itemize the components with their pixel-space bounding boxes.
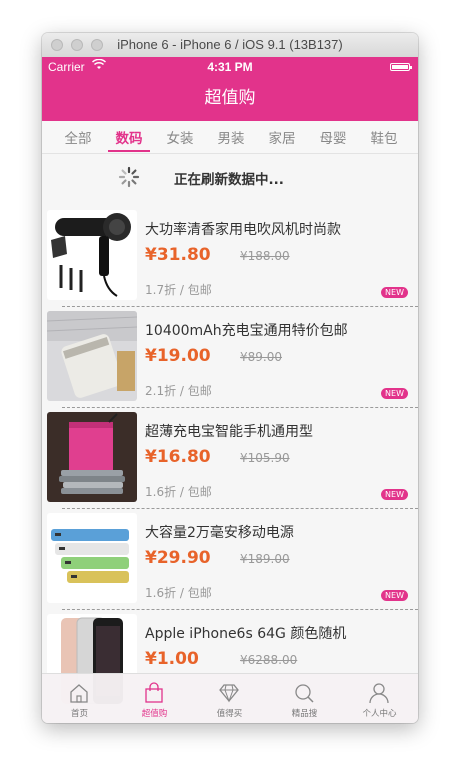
power-bank-stack-image <box>47 513 137 603</box>
product-item[interactable]: 10400mAh充电宝通用特价包邮 ¥19.00 ¥89.00 2.1折 / 包… <box>42 307 418 408</box>
product-price: ¥31.80 <box>145 245 211 265</box>
new-badge: NEW <box>381 590 408 601</box>
product-item[interactable]: 大功率清香家用电吹风机时尚款 ¥31.80 ¥188.00 1.7折 / 包邮 … <box>42 206 418 307</box>
tab-bags[interactable]: 鞋包 <box>364 127 404 147</box>
product-title: Apple iPhone6s 64G 颜色随机 <box>145 626 347 642</box>
new-badge: NEW <box>381 388 408 399</box>
product-price: ¥16.80 <box>145 447 211 467</box>
new-badge: NEW <box>381 489 408 500</box>
tab-home[interactable]: 家居 <box>262 127 302 147</box>
original-price: ¥188.00 <box>240 249 290 263</box>
tab-bar-deals[interactable]: 超值购 <box>117 674 192 723</box>
product-item[interactable]: 超薄充电宝智能手机通用型 ¥16.80 ¥105.90 1.6折 / 包邮 NE… <box>42 408 418 509</box>
tab-bar-label: 首页 <box>70 709 88 719</box>
nav-bar: 超值购 <box>42 77 418 121</box>
zoom-window-button[interactable] <box>91 39 103 51</box>
refresh-status-text: 正在刷新数据中... <box>174 172 284 188</box>
tab-bar-profile[interactable]: 个人中心 <box>342 674 417 723</box>
close-window-button[interactable] <box>51 39 63 51</box>
product-title: 大功率清香家用电吹风机时尚款 <box>145 222 341 238</box>
window-titlebar: iPhone 6 - iPhone 6 / iOS 9.1 (13B137) <box>42 33 418 58</box>
product-title: 大容量2万毫安移动电源 <box>145 525 294 541</box>
tab-bar-worth-buying[interactable]: 值得买 <box>192 674 267 723</box>
product-price: ¥1.00 <box>145 649 199 669</box>
pull-to-refresh: 正在刷新数据中... <box>42 155 418 199</box>
search-icon <box>295 684 314 703</box>
product-price: ¥19.00 <box>145 346 211 366</box>
original-price: ¥89.00 <box>240 350 282 364</box>
active-tab-indicator <box>108 150 150 152</box>
tab-mens[interactable]: 男装 <box>211 127 251 147</box>
tab-bar-home[interactable]: 首页 <box>42 674 117 723</box>
diamond-icon <box>219 684 239 703</box>
tab-bar: 首页 超值购 值得买 精品搜 个人中心 <box>42 673 418 723</box>
tab-all[interactable]: 全部 <box>58 127 98 147</box>
tab-bar-label: 精品搜 <box>291 709 318 719</box>
power-bank-white-image <box>47 311 137 401</box>
tab-bar-label: 个人中心 <box>362 709 397 719</box>
power-bank-pink-image <box>47 412 137 502</box>
nav-title: 超值购 <box>204 88 256 108</box>
tab-bar-label: 超值购 <box>141 709 168 719</box>
product-title: 10400mAh充电宝通用特价包邮 <box>145 323 348 339</box>
simulator-window: iPhone 6 - iPhone 6 / iOS 9.1 (13B137) C… <box>42 33 418 723</box>
hair-dryer-image <box>47 210 137 300</box>
category-tabs: 全部 数码 女装 男装 家居 母婴 鞋包 <box>42 121 418 154</box>
status-bar: Carrier 4:31 PM <box>42 57 418 77</box>
discount-label: 1.6折 / 包邮 <box>145 485 212 499</box>
discount-label: 2.1折 / 包邮 <box>145 384 212 398</box>
tab-womens[interactable]: 女装 <box>160 127 200 147</box>
shopping-bag-icon <box>145 682 163 703</box>
minimize-window-button[interactable] <box>71 39 83 51</box>
tab-bar-label: 值得买 <box>216 709 243 719</box>
original-price: ¥189.00 <box>240 552 290 566</box>
product-price: ¥29.90 <box>145 548 211 568</box>
discount-label: 1.6折 / 包邮 <box>145 586 212 600</box>
status-time: 4:31 PM <box>207 60 253 74</box>
original-price: ¥6288.00 <box>240 653 298 667</box>
battery-icon <box>390 63 412 71</box>
tab-baby[interactable]: 母婴 <box>313 127 353 147</box>
discount-label: 1.7折 / 包邮 <box>145 283 212 297</box>
loading-spinner-icon <box>118 166 140 188</box>
tab-bar-search[interactable]: 精品搜 <box>267 674 342 723</box>
window-title: iPhone 6 - iPhone 6 / iOS 9.1 (13B137) <box>117 37 343 52</box>
home-icon <box>70 684 88 703</box>
product-title: 超薄充电宝智能手机通用型 <box>145 424 313 440</box>
tab-digital[interactable]: 数码 <box>109 127 149 147</box>
new-badge: NEW <box>381 287 408 298</box>
person-icon <box>369 683 389 704</box>
product-item[interactable]: 大容量2万毫安移动电源 ¥29.90 ¥189.00 1.6折 / 包邮 NEW <box>42 509 418 610</box>
original-price: ¥105.90 <box>240 451 290 465</box>
